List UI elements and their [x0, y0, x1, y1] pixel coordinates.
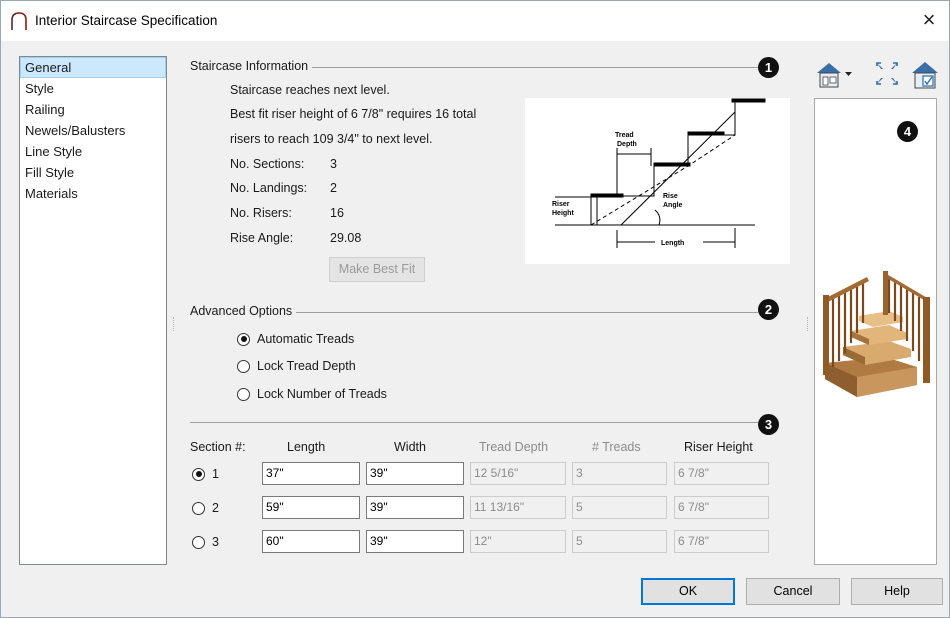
- section-3-tread-depth-field: 12": [470, 530, 566, 553]
- landings-label: No. Landings:: [230, 181, 308, 195]
- risers-value: 16: [330, 206, 344, 220]
- staircase-info-title: Staircase Information: [190, 59, 313, 73]
- tread-label-2: Depth: [617, 141, 637, 148]
- section-2-number: 2: [212, 501, 219, 515]
- 3d-preview-pane[interactable]: 4: [814, 98, 937, 565]
- section-2-width-input[interactable]: 39": [366, 496, 464, 519]
- stair-dimension-diagram: Tread Depth Riser Height Rise Angle Leng…: [525, 98, 790, 264]
- lock-number-of-treads-option[interactable]: Lock Number of Treads: [237, 385, 387, 403]
- section-2-riser-height-field: 6 7/8": [674, 496, 769, 519]
- section-3-riser-height-field: 6 7/8": [674, 530, 769, 553]
- rise-angle-label-1: Rise: [663, 193, 678, 200]
- preview-toggle-icon[interactable]: [910, 59, 940, 91]
- staircase-3d-preview: [823, 271, 930, 397]
- section-3-treads-field: 5: [572, 530, 667, 553]
- automatic-treads-label: Automatic Treads: [257, 332, 355, 346]
- section-1-width-input[interactable]: 39": [366, 462, 464, 485]
- radio-section-3[interactable]: [192, 535, 205, 549]
- category-list: General Style Railing Newels/Balusters L…: [19, 56, 167, 565]
- rise-angle-value: 29.08: [330, 231, 362, 245]
- section-3-length-input[interactable]: 60": [262, 530, 360, 553]
- risers-label: No. Risers:: [230, 206, 292, 220]
- section-1-length-input[interactable]: 37": [262, 462, 360, 485]
- radio-section-2[interactable]: [192, 501, 205, 515]
- best-fit-text-1: Best fit riser height of 6 7/8" requires…: [230, 107, 477, 121]
- right-splitter[interactable]: [807, 317, 809, 331]
- fill-window-icon[interactable]: [873, 59, 901, 91]
- best-fit-text-2: risers to reach 109 3/4" to next level.: [230, 132, 433, 146]
- lock-tread-depth-option[interactable]: Lock Tread Depth: [237, 357, 356, 375]
- section-2-length-input[interactable]: 59": [262, 496, 360, 519]
- radio-lock-number-of-treads[interactable]: [237, 387, 250, 401]
- sections-label: No. Sections:: [230, 157, 305, 171]
- advanced-options-title: Advanced Options: [190, 304, 297, 318]
- section-number-header: Section #:: [190, 440, 246, 454]
- nav-item-style[interactable]: Style: [20, 78, 166, 99]
- tread-label-1: Tread: [615, 132, 634, 139]
- nav-item-fill-style[interactable]: Fill Style: [20, 162, 166, 183]
- cancel-button[interactable]: Cancel: [746, 578, 840, 605]
- section-1-treads-field: 3: [572, 462, 667, 485]
- callout-badge-1: 1: [758, 57, 779, 78]
- treads-header: # Treads: [592, 440, 641, 454]
- nav-item-newels-balusters[interactable]: Newels/Balusters: [20, 120, 166, 141]
- title-bar: Interior Staircase Specification ×: [1, 1, 949, 41]
- callout-badge-3: 3: [758, 414, 779, 435]
- section-1-tread-depth-field: 12 5/16": [470, 462, 566, 485]
- lock-number-of-treads-label: Lock Number of Treads: [257, 387, 387, 401]
- section-1-selector[interactable]: 1: [192, 465, 219, 483]
- make-best-fit-button[interactable]: Make Best Fit: [329, 257, 425, 282]
- nav-item-line-style[interactable]: Line Style: [20, 141, 166, 162]
- radio-lock-tread-depth[interactable]: [237, 359, 250, 373]
- section-2-selector[interactable]: 2: [192, 499, 219, 517]
- callout-badge-4: 4: [897, 121, 918, 142]
- sections-value: 3: [330, 157, 337, 171]
- automatic-treads-option[interactable]: Automatic Treads: [237, 330, 354, 348]
- staircase-dialog: Interior Staircase Specification × Gener…: [0, 0, 950, 618]
- section-2-treads-field: 5: [572, 496, 667, 519]
- staircase-app-icon: [11, 12, 27, 30]
- section-1-riser-height-field: 6 7/8": [674, 462, 769, 485]
- nav-item-general[interactable]: General: [20, 57, 166, 78]
- window-title: Interior Staircase Specification: [35, 13, 218, 28]
- left-splitter[interactable]: [173, 317, 175, 331]
- camera-view-dropdown[interactable]: [814, 59, 854, 91]
- lock-tread-depth-label: Lock Tread Depth: [257, 359, 356, 373]
- callout-badge-2: 2: [758, 299, 779, 320]
- riser-label-1: Riser: [552, 201, 570, 208]
- radio-automatic-treads[interactable]: [237, 332, 250, 346]
- rise-angle-label: Rise Angle:: [230, 231, 294, 245]
- reach-status-text: Staircase reaches next level.: [230, 83, 390, 97]
- rise-angle-label-2: Angle: [663, 202, 683, 209]
- length-header: Length: [287, 440, 326, 454]
- ok-button[interactable]: OK: [641, 578, 735, 605]
- riser-label-2: Height: [552, 210, 574, 217]
- nav-item-materials[interactable]: Materials: [20, 183, 166, 204]
- tread-depth-header: Tread Depth: [479, 440, 549, 454]
- nav-item-railing[interactable]: Railing: [20, 99, 166, 120]
- section-3-number: 3: [212, 535, 219, 549]
- radio-section-1[interactable]: [192, 467, 205, 481]
- close-button[interactable]: ×: [915, 7, 943, 35]
- help-button[interactable]: Help: [851, 578, 943, 605]
- landings-value: 2: [330, 181, 337, 195]
- section-3-selector[interactable]: 3: [192, 533, 219, 551]
- length-label: Length: [661, 240, 684, 247]
- section-2-tread-depth-field: 11 13/16": [470, 496, 566, 519]
- section-1-number: 1: [212, 467, 219, 481]
- section-3-width-input[interactable]: 39": [366, 530, 464, 553]
- riser-height-header: Riser Height: [684, 440, 753, 454]
- sections-rule: [190, 422, 758, 423]
- width-header: Width: [394, 440, 426, 454]
